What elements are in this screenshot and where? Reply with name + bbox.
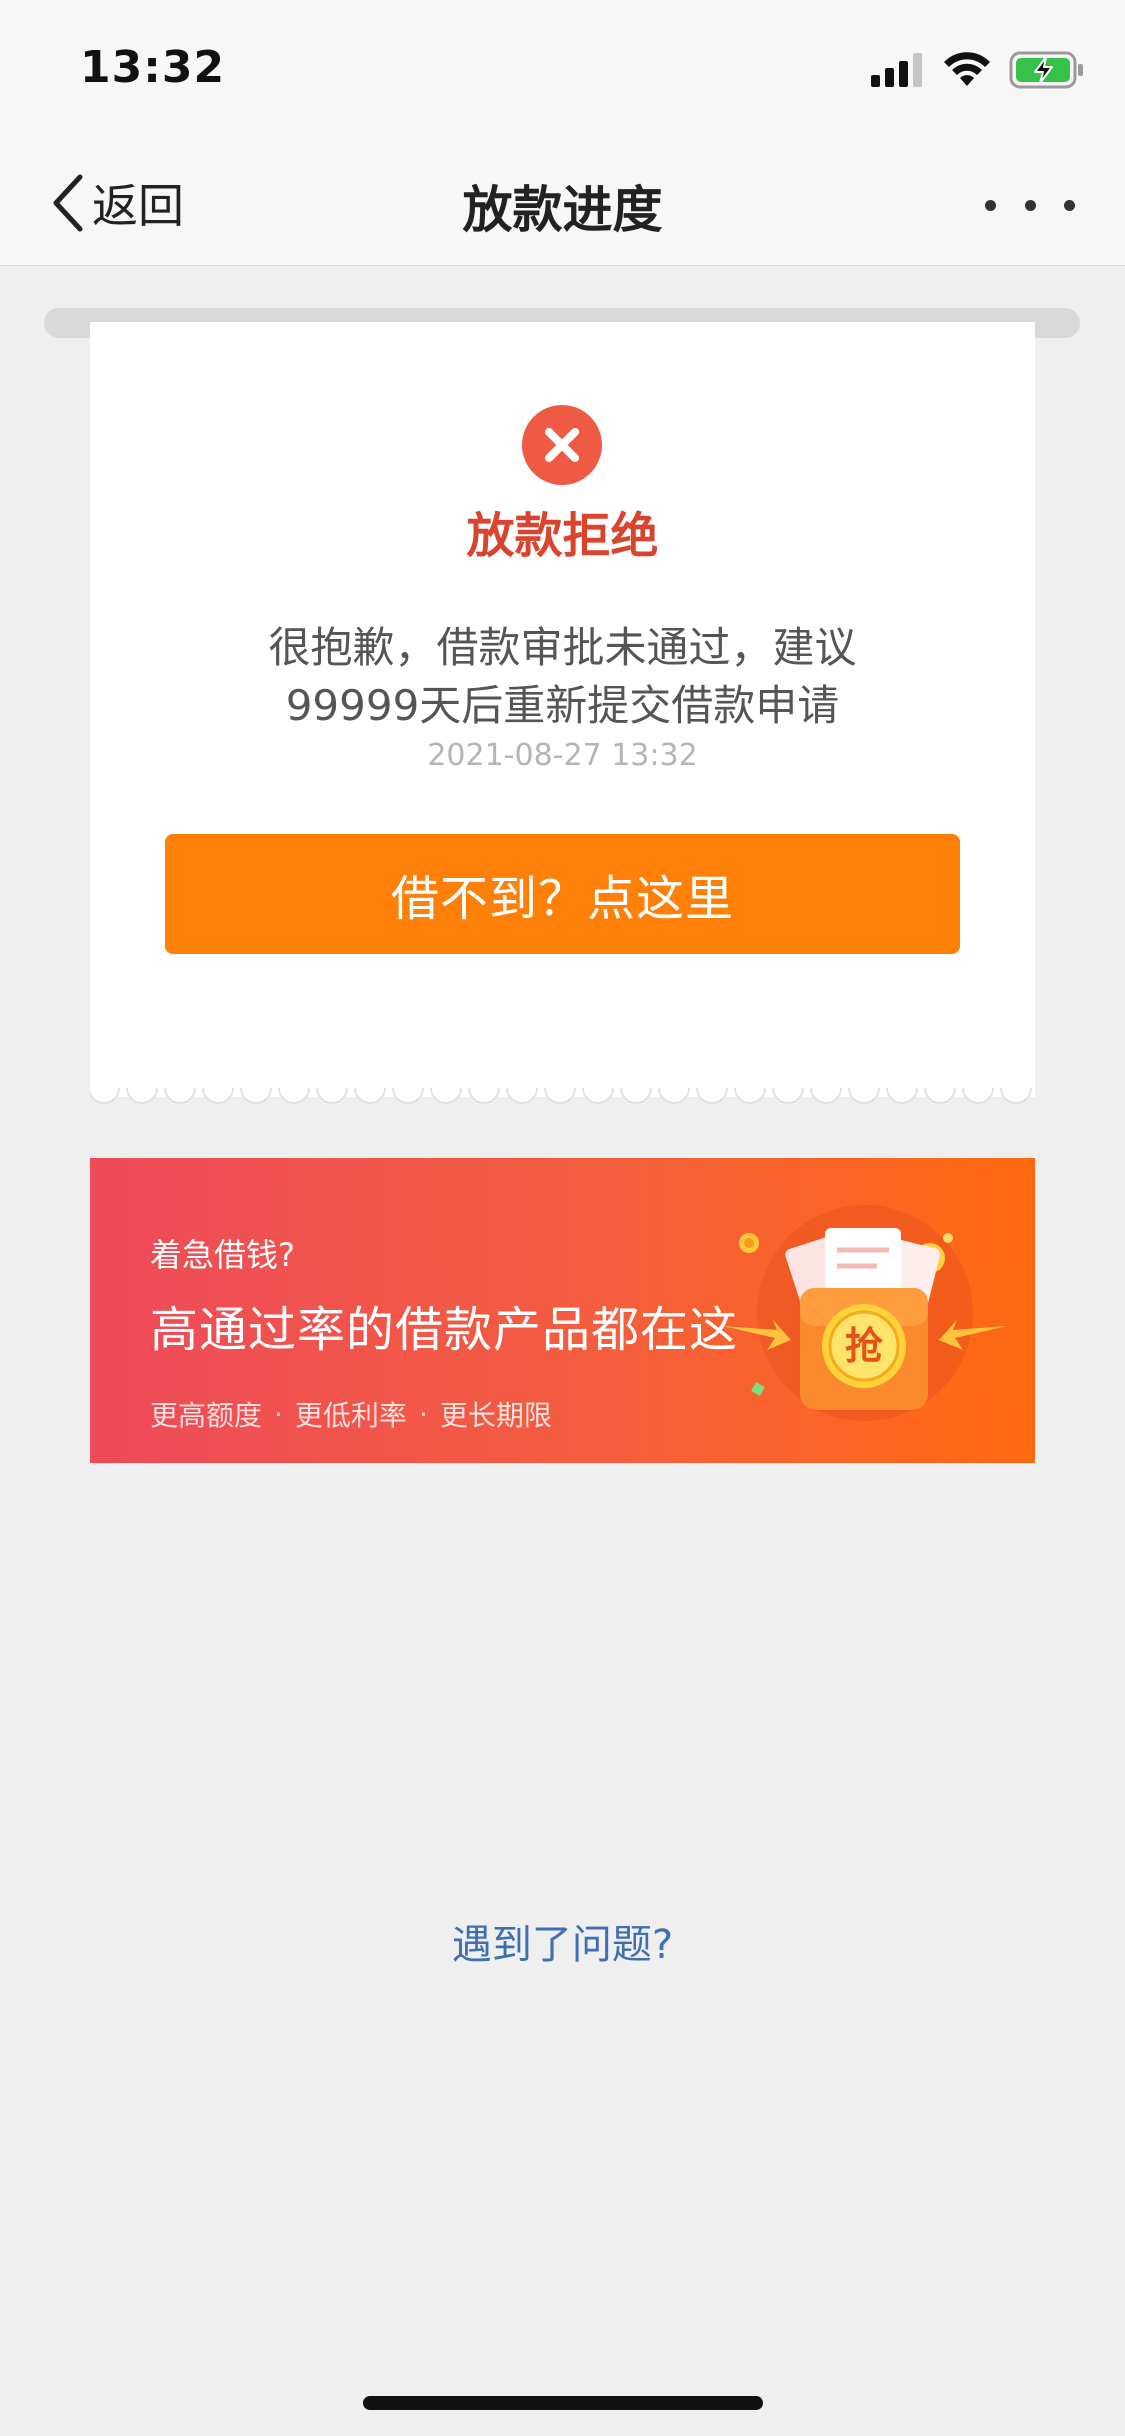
banner-kicker: 着急借钱? (150, 1236, 295, 1274)
battery-charging-icon (1009, 51, 1083, 89)
banner-badge-char: 抢 (845, 1324, 884, 1368)
more-dots-icon (985, 199, 996, 211)
banner-feature: 更高额度 (150, 1399, 263, 1432)
page-title: 放款进度 (462, 181, 663, 239)
more-dot (1064, 199, 1075, 211)
status-bar: 13:32 (0, 0, 1125, 140)
cant-borrow-button[interactable]: 借不到？点这里 (165, 834, 960, 954)
red-envelope-illustration: 抢 (723, 1205, 1007, 1421)
status-title: 放款拒绝 (466, 508, 659, 564)
cellular-signal-icon (871, 53, 922, 87)
home-indicator[interactable] (363, 2396, 763, 2410)
navigation-bar: 返回 放款进度 (0, 140, 1125, 266)
result-timestamp: 2021-08-27 13:32 (427, 738, 698, 773)
rejection-message-line-2: 99999天后重新提交借款申请 (285, 681, 840, 730)
rejection-message-line-1: 很抱歉，借款审批未通过，建议 (268, 623, 857, 672)
loan-promo-banner[interactable]: 着急借钱? 高通过率的借款产品都在这 更高额度 · 更低利率 · 更长期限 抢 (90, 1158, 1035, 1463)
banner-headline: 高通过率的借款产品都在这 (150, 1302, 739, 1358)
banner-separator: · (418, 1397, 428, 1431)
help-link[interactable]: 遇到了问题? (0, 1912, 1125, 1970)
loan-progress-page: 13:32 返回 放款进度 放款拒绝 很抱歉，借款审批未通过，建议 99999天… (0, 0, 1125, 2436)
status-time: 13:32 (80, 42, 226, 93)
more-options-button[interactable] (985, 180, 1075, 230)
banner-separator: · (274, 1397, 283, 1431)
close-circle-icon (522, 405, 602, 485)
banner-features: 更高额度 · 更低利率 · 更长期限 (150, 1394, 552, 1434)
wifi-icon (944, 52, 990, 86)
ticket-scallop-edge (90, 1082, 1035, 1104)
more-dot (1024, 199, 1036, 211)
banner-feature: 更长期限 (439, 1399, 552, 1432)
status-icons (871, 48, 1085, 92)
banner-feature: 更低利率 (294, 1399, 407, 1432)
